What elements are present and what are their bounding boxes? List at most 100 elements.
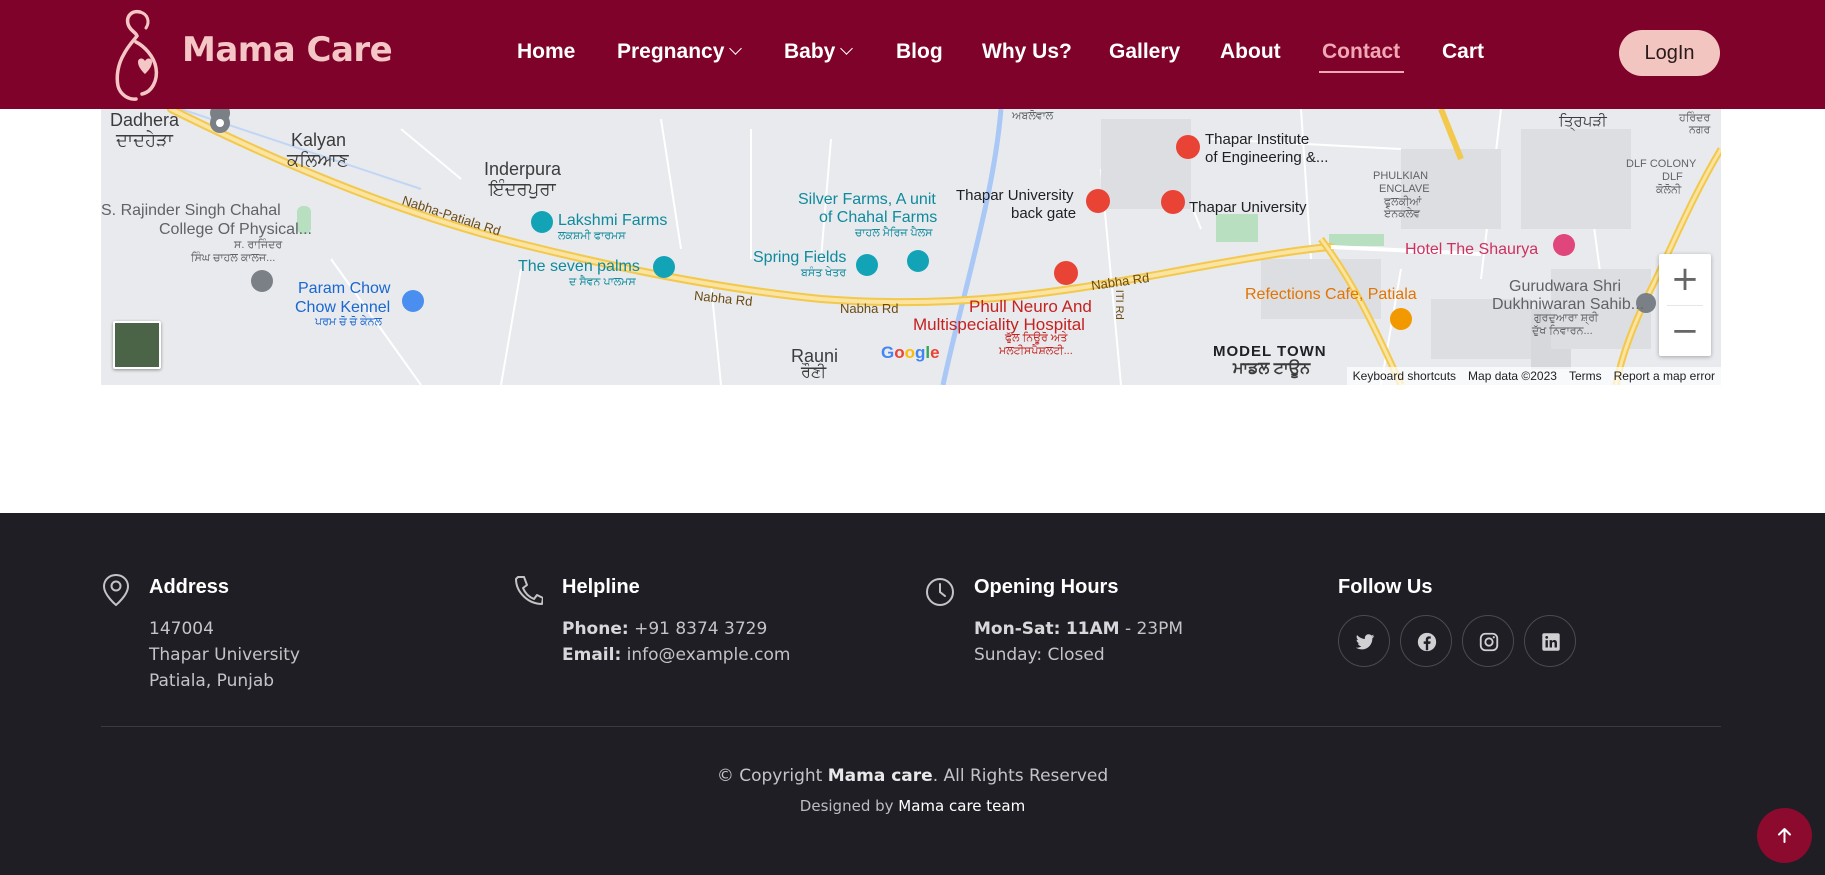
map-attribution: Keyboard shortcuts Map data ©2023 Terms Rep…	[1346, 367, 1721, 385]
mama-care-logo[interactable]	[110, 6, 166, 103]
linkedin-link[interactable]	[1524, 615, 1576, 667]
map-label: back gate	[1011, 205, 1077, 222]
map-label: Refections Cafe, Patiala	[1245, 286, 1417, 303]
designed-by-prefix: Designed by	[799, 797, 894, 815]
nav-pregnancy-label: Pregnancy	[617, 40, 725, 63]
zoom-in-button[interactable]: +	[1659, 254, 1711, 304]
weekday-open: 11AM	[1065, 619, 1120, 639]
nav-baby[interactable]: Baby	[784, 40, 854, 64]
map-label: Phull Neuro And	[969, 297, 1092, 316]
nav-pregnancy[interactable]: Pregnancy	[617, 40, 743, 64]
zoom-out-button[interactable]: −	[1659, 306, 1711, 356]
nav-blog[interactable]: Blog	[896, 40, 943, 64]
back-to-top-button[interactable]	[1757, 808, 1812, 863]
address-title: Address	[149, 576, 230, 598]
login-button[interactable]: LogIn	[1619, 30, 1720, 76]
phone-label: Phone:	[562, 619, 629, 639]
footer-divider	[101, 726, 1721, 727]
terms-link[interactable]: Terms	[1569, 369, 1602, 383]
map-label: ਫੁਲਕੀਆਂ	[1384, 196, 1422, 208]
map-label: ਏਨਕਲੇਵ	[1384, 208, 1421, 220]
map-data-text: Map data ©2023	[1468, 369, 1557, 383]
instagram-icon	[1479, 632, 1499, 652]
facebook-icon	[1417, 632, 1437, 652]
map-label: ਮਲਟੀਸਪੈਸ਼ਲਟੀ...	[999, 345, 1073, 357]
map-label: Gurudwara Shri	[1509, 278, 1622, 295]
map-label: ਕੋਲੋਨੀ	[1656, 184, 1682, 196]
site-footer	[0, 513, 1825, 875]
map-label: Thapar University	[956, 187, 1074, 204]
map-label: Silver Farms, A unit	[798, 191, 936, 208]
map-label: ਮਾਡਲ ਟਾਊਨ	[1233, 360, 1311, 377]
map-label: Hotel The Shaurya	[1405, 241, 1539, 258]
email-line: Email: info@example.com	[562, 645, 790, 665]
report-map-error-link[interactable]: Report a map error	[1614, 369, 1715, 383]
phone-line: Phone: +91 8374 3729	[562, 619, 767, 639]
site-header: Mama Care Home Pregnancy Baby Blog Why U…	[0, 0, 1825, 109]
copyright-prefix: © Copyright	[716, 766, 823, 786]
linkedin-icon	[1542, 633, 1560, 651]
designer-link[interactable]: Mama care team	[898, 797, 1025, 815]
map-label: ਦਾਦਹੇੜਾ	[116, 130, 173, 150]
map-label: ਬਸੰਤ ਖੇਤਰ	[801, 267, 847, 279]
weekday-label: Mon-Sat:	[974, 619, 1061, 639]
map-label: ਨਗਰ	[1689, 124, 1711, 136]
map-label: PHULKIAN	[1373, 170, 1429, 182]
weekday-close: - 23PM	[1124, 619, 1184, 639]
address-line: Thapar University	[149, 645, 300, 665]
keyboard-shortcuts-link[interactable]: Keyboard shortcuts	[1353, 369, 1456, 383]
map-label: ਇੰਦਰਪੁਰਾ	[489, 179, 556, 199]
map-label: College Of Physical...	[159, 221, 312, 238]
road-label: ITI Rd	[1112, 289, 1125, 320]
map-label: ਸ. ਰਾਜਿੰਦਰ	[234, 239, 283, 251]
chevron-down-icon	[840, 42, 854, 55]
map-label: Inderpura	[484, 159, 562, 179]
nav-why-us[interactable]: Why Us?	[982, 40, 1072, 64]
nav-gallery[interactable]: Gallery	[1109, 40, 1180, 64]
map-label: ਪਰਮ ਚੋ ਚੋ ਕੇਨਲ	[315, 316, 382, 328]
map-label: of Engineering &...	[1205, 149, 1329, 166]
brand-name[interactable]: Mama Care	[182, 30, 393, 70]
map-label: ਲਕਸ਼ਮੀ ਫਾਰਮਸ	[558, 230, 626, 242]
designed-by-text: Designed by Mama care team	[0, 797, 1825, 815]
instagram-link[interactable]	[1462, 615, 1514, 667]
nav-about[interactable]: About	[1220, 40, 1281, 64]
active-nav-underline	[1319, 71, 1404, 73]
twitter-icon	[1355, 634, 1375, 650]
map-label: DLF COLONY	[1626, 158, 1697, 170]
phone-icon	[515, 576, 543, 605]
follow-us-title: Follow Us	[1338, 576, 1433, 598]
map-label: Spring Fields	[753, 249, 847, 266]
map-label: ਰੌਣੀ	[801, 364, 827, 381]
map-label: ਹਰਿੰਦਰ	[1679, 112, 1711, 124]
phone-number[interactable]: +91 8374 3729	[634, 619, 767, 639]
map-label: Dadhera	[110, 110, 180, 130]
nav-baby-label: Baby	[784, 40, 836, 63]
map-label: ENCLAVE	[1379, 183, 1430, 195]
nav-contact[interactable]: Contact	[1322, 40, 1400, 64]
sunday-hours: Sunday: Closed	[974, 645, 1105, 665]
twitter-link[interactable]	[1338, 615, 1390, 667]
helpline-title: Helpline	[562, 576, 640, 598]
copyright-name: Mama care	[827, 766, 933, 786]
address-line: 147004	[149, 619, 214, 639]
location-pin-icon	[102, 573, 130, 607]
map-label: DLF	[1662, 171, 1683, 183]
map-layer-toggle[interactable]	[113, 321, 161, 369]
chevron-down-icon	[729, 42, 743, 55]
map-label: ਅਬਲੋਵਾਲ	[1012, 110, 1054, 122]
clock-icon	[926, 578, 954, 606]
email-label: Email:	[562, 645, 622, 665]
email-address[interactable]: info@example.com	[627, 645, 791, 665]
embedded-map[interactable]: Dadhera ਦਾਦਹੇੜਾ Kalyan ਕਲਿਆਣ Inderpura ਇ…	[101, 109, 1721, 385]
map-label: ਦ ਸੈਵਨ ਪਾਲਮਸ	[569, 276, 636, 288]
nav-cart[interactable]: Cart	[1442, 40, 1484, 64]
zoom-control: + −	[1659, 254, 1711, 356]
facebook-link[interactable]	[1400, 615, 1452, 667]
nav-home[interactable]: Home	[517, 40, 575, 64]
road-label: Nabha Rd	[840, 301, 899, 316]
map-label: ਤ੍ਰਿਪੜੀ	[1559, 113, 1607, 130]
map-label: Thapar University	[1189, 199, 1307, 216]
weekday-hours: Mon-Sat: 11AM - 23PM	[974, 619, 1183, 639]
google-logo: Google	[881, 343, 940, 362]
